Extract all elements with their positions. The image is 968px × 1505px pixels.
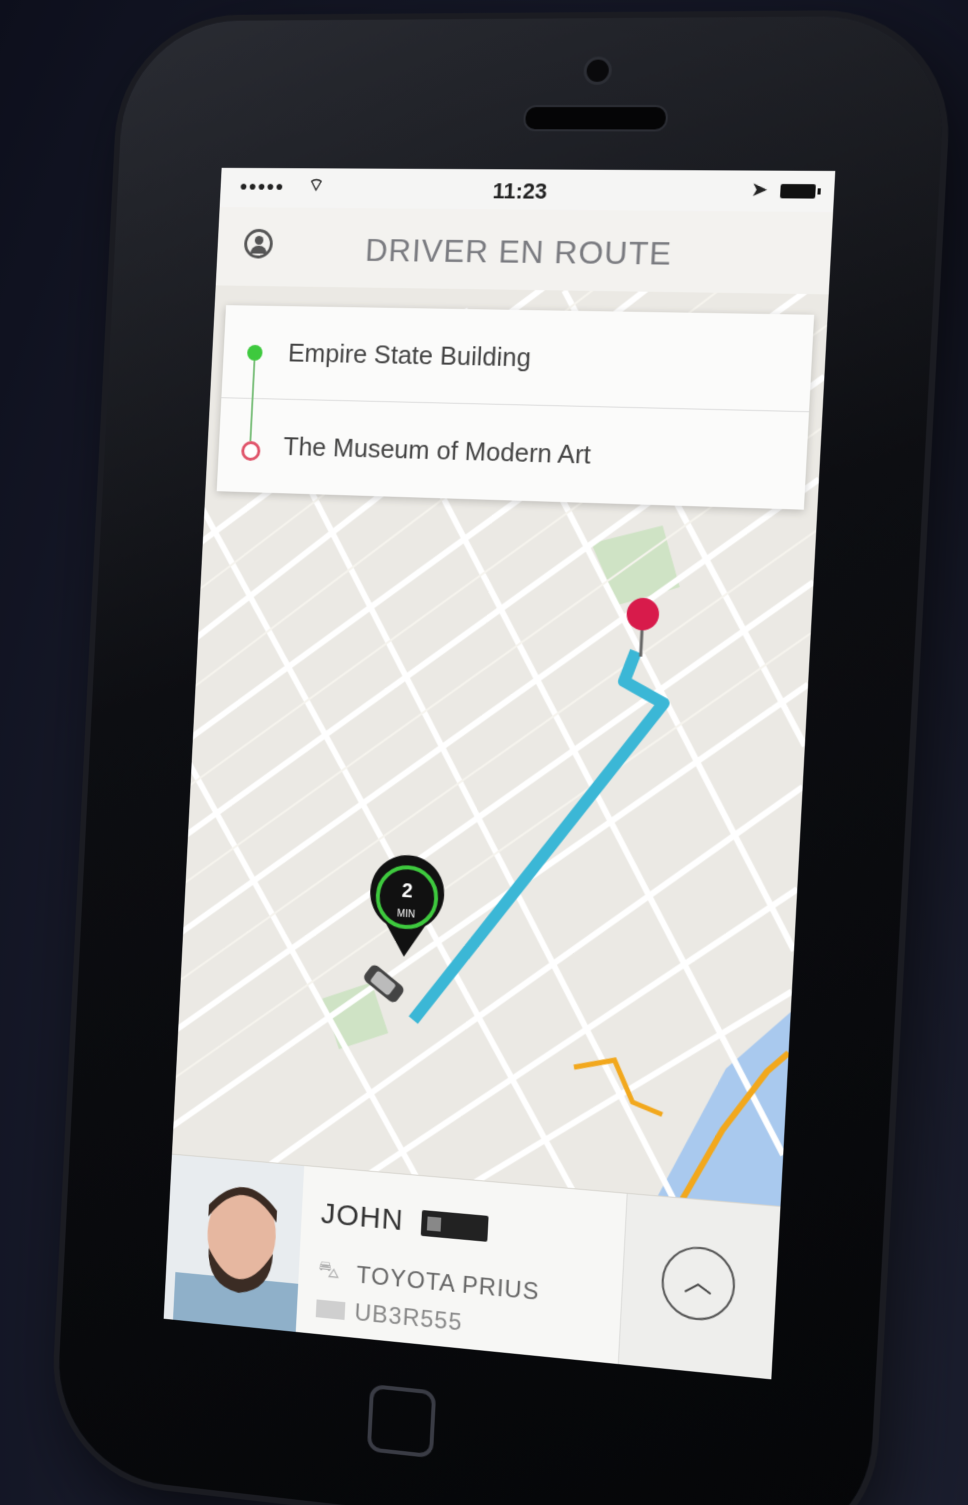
license-plate-icon xyxy=(315,1299,346,1320)
status-time: 11:23 xyxy=(492,178,548,204)
eta-value: 2 xyxy=(401,880,413,903)
pickup-row[interactable]: Empire State Building xyxy=(221,305,815,413)
destination-pin-stem xyxy=(641,626,643,656)
earpiece-speaker xyxy=(522,105,669,132)
app-screen: ●●●●● ⌔ 11:23 ➤ DRIVER EN ROUTE 2 MIN Em… xyxy=(163,167,836,1380)
driver-name: JOHN xyxy=(320,1197,405,1238)
home-button[interactable] xyxy=(366,1383,437,1459)
license-plate: UB3R555 xyxy=(353,1299,464,1337)
driver-info: JOHN ⛍ TOYOTA PRIUS UB3R555 xyxy=(315,1189,617,1366)
car-outline-icon: ⛍ xyxy=(317,1256,341,1283)
expand-area: ︿ xyxy=(617,1193,781,1380)
chevron-up-icon: ︿ xyxy=(683,1264,714,1299)
car-model: TOYOTA PRIUS xyxy=(355,1261,541,1306)
phone-device: ●●●●● ⌔ 11:23 ➤ DRIVER EN ROUTE 2 MIN Em… xyxy=(53,15,949,1505)
location-arrow-icon: ➤ xyxy=(750,178,769,202)
pickup-location: Empire State Building xyxy=(287,337,532,373)
battery-icon xyxy=(779,183,816,199)
dropoff-row[interactable]: The Museum of Modern Art xyxy=(217,398,809,508)
status-bar: ●●●●● ⌔ 11:23 ➤ xyxy=(219,167,836,213)
route-card: Empire State Building The Museum of Mode… xyxy=(216,305,815,510)
dropoff-location: The Museum of Modern Art xyxy=(282,431,592,470)
nav-bar: DRIVER EN ROUTE xyxy=(215,207,834,296)
camera xyxy=(582,56,613,85)
page-title: DRIVER EN ROUTE xyxy=(364,232,673,272)
eta-unit: MIN xyxy=(397,908,415,920)
stage: ●●●●● ⌔ 11:23 ➤ DRIVER EN ROUTE 2 MIN Em… xyxy=(0,0,968,1505)
expand-button[interactable]: ︿ xyxy=(659,1243,737,1324)
rating-badge xyxy=(420,1210,489,1242)
driver-avatar xyxy=(163,1154,305,1333)
